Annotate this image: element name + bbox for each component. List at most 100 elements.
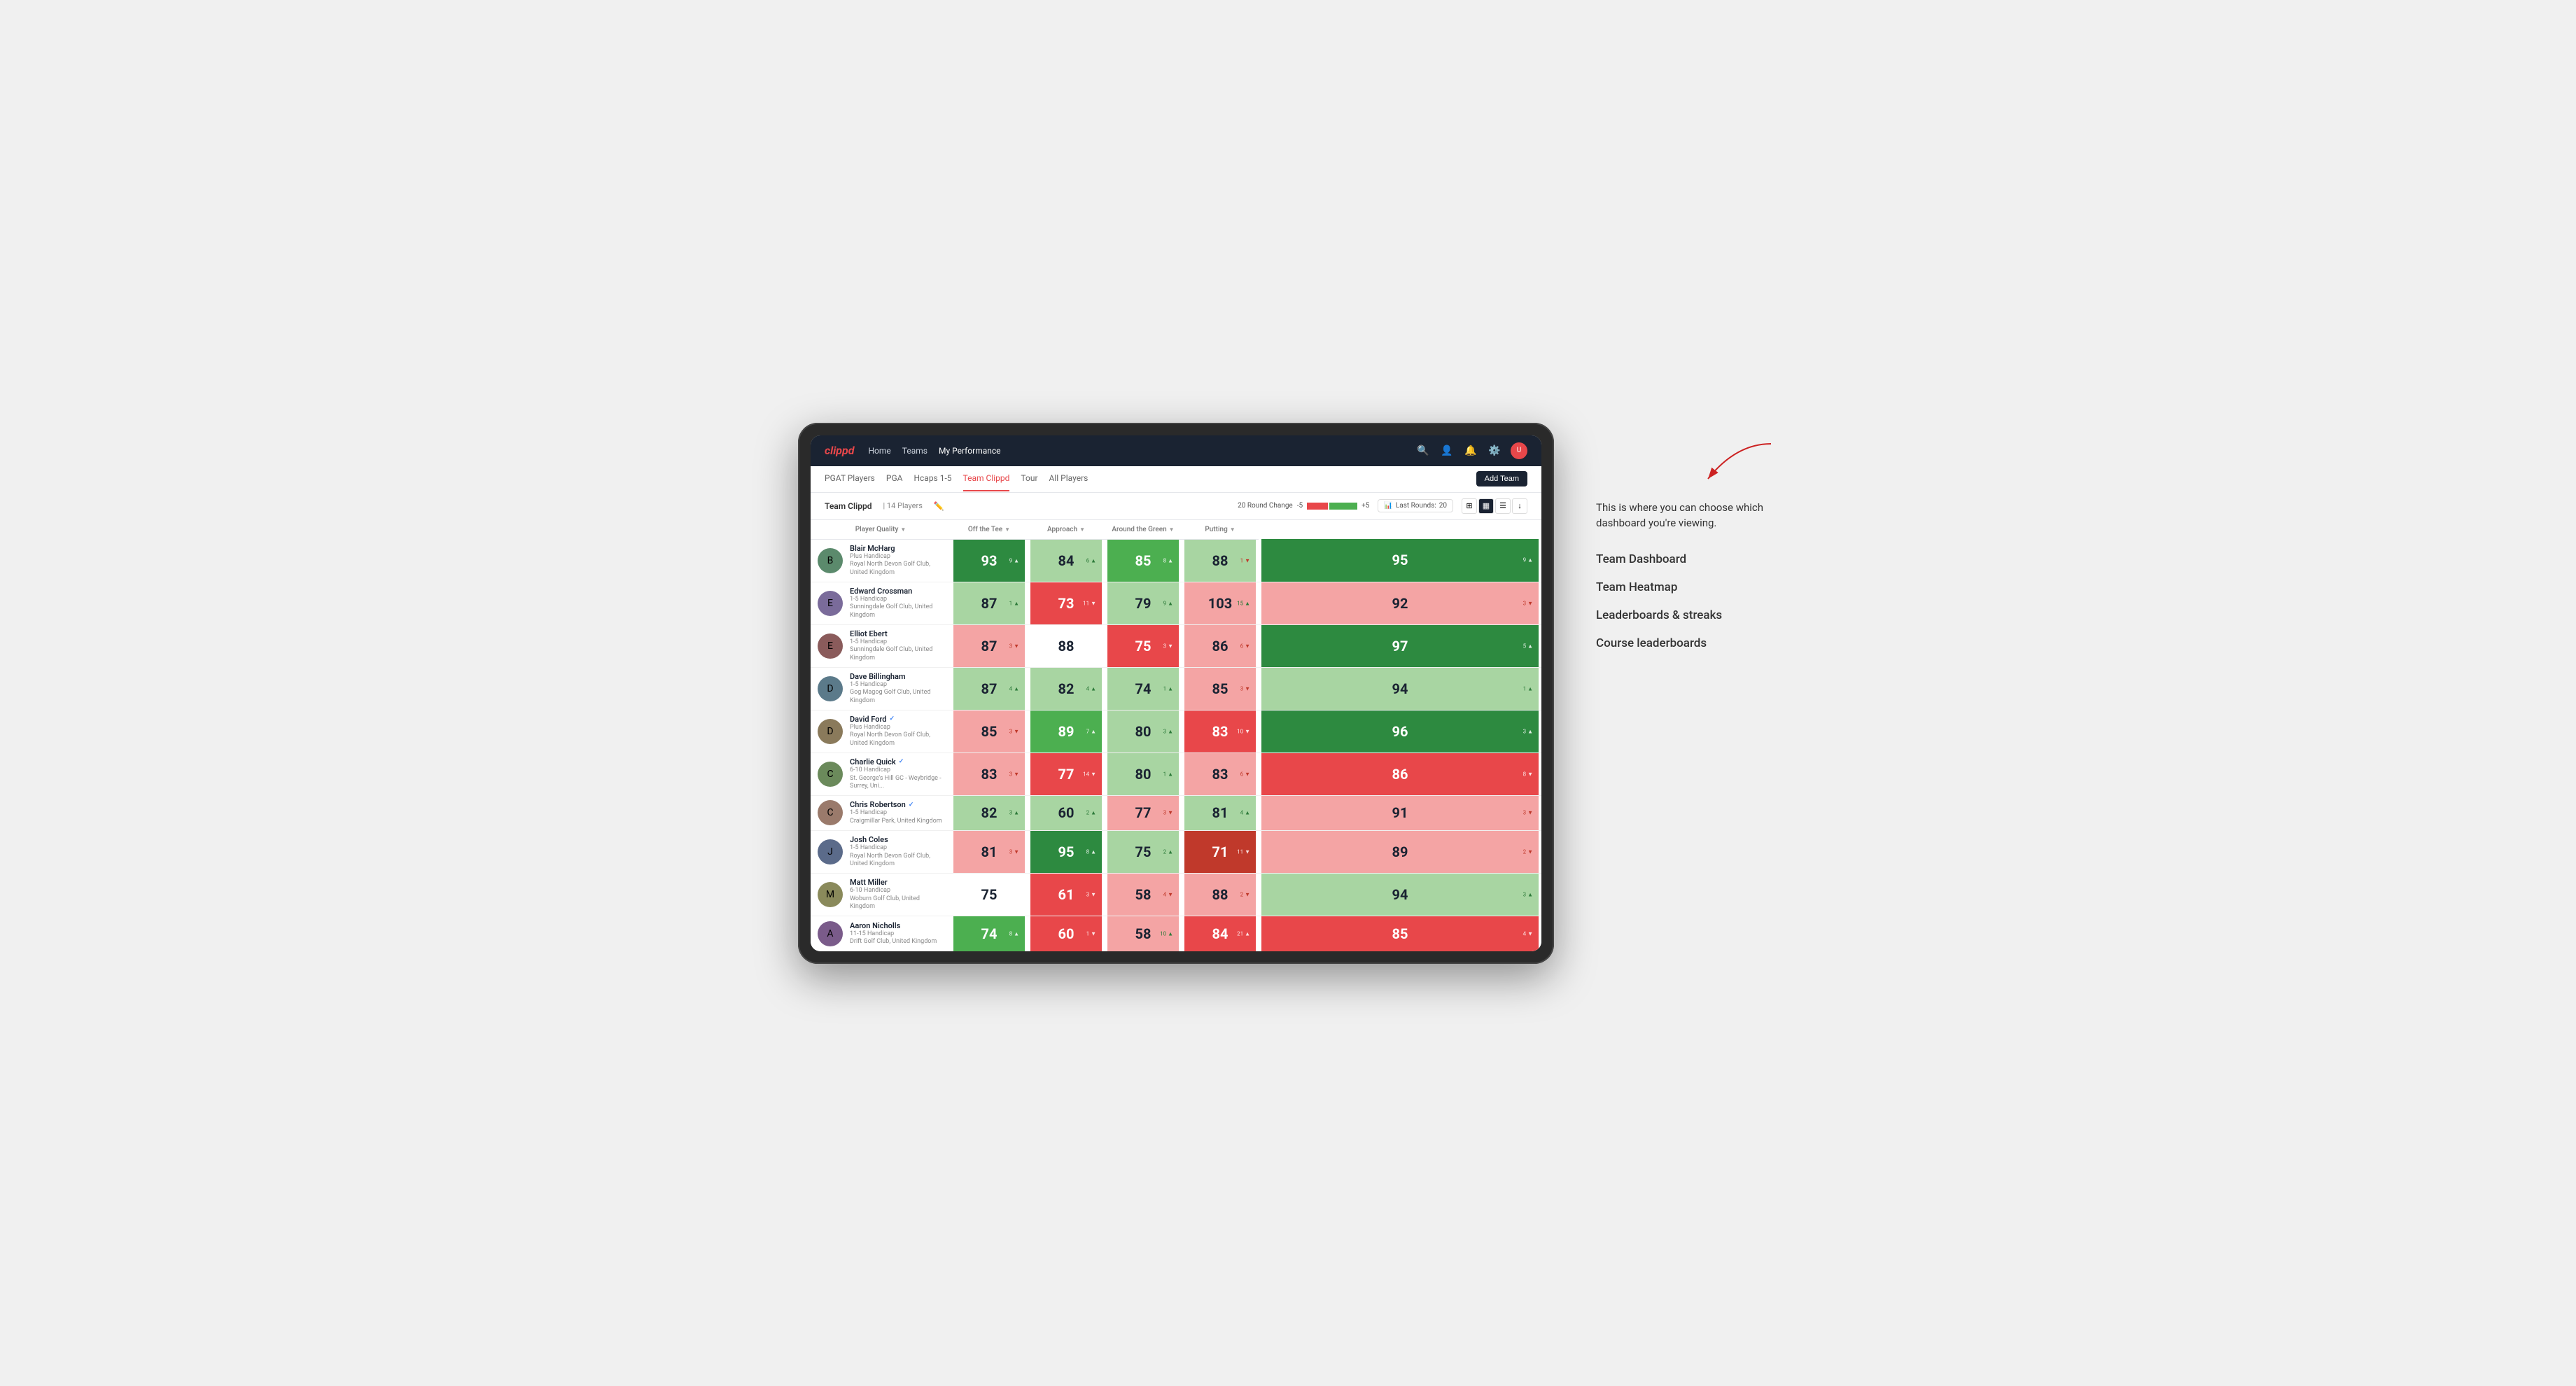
player-cell-6[interactable]: CChris Robertson✓1-5 HandicapCraigmillar… — [811, 795, 951, 830]
player-club-2: Sunningdale Golf Club, United Kingdom — [850, 646, 944, 662]
score-change: 15 ▲ — [1237, 600, 1250, 606]
heatmap-view-button[interactable]: ▦ — [1478, 498, 1494, 514]
player-avatar-1: E — [818, 591, 843, 616]
player-avatar-7: J — [818, 839, 843, 864]
sub-nav-items: PGAT Players PGA Hcaps 1-5 Team Clippd T… — [825, 466, 1462, 491]
last-rounds-button[interactable]: 📊 Last Rounds: 20 — [1378, 499, 1453, 512]
arrow-svg — [1694, 437, 1778, 493]
list-view-button[interactable]: ☰ — [1495, 498, 1511, 514]
score-change: 1 ▲ — [1163, 685, 1173, 692]
subnav-tour[interactable]: Tour — [1021, 466, 1037, 491]
score-cell-r0-c1: 846 ▲ — [1028, 539, 1105, 582]
player-name-4: David Ford✓ — [850, 715, 944, 724]
add-team-button[interactable]: Add Team — [1476, 471, 1527, 486]
score-value: 81 — [981, 844, 997, 860]
score-value: 74 — [1135, 680, 1152, 697]
score-cell-r8-c2: 58 4 ▼ — [1105, 873, 1182, 916]
nav-home[interactable]: Home — [869, 443, 891, 458]
score-cell-r4-c0: 853 ▼ — [951, 710, 1028, 752]
search-icon[interactable]: 🔍 — [1415, 443, 1431, 458]
download-button[interactable]: ↓ — [1512, 498, 1527, 514]
score-value: 82 — [981, 804, 997, 821]
player-cell-4[interactable]: DDavid Ford✓Plus HandicapRoyal North Dev… — [811, 710, 951, 752]
subnav-team-clippd[interactable]: Team Clippd — [963, 466, 1010, 491]
subnav-all-players[interactable]: All Players — [1049, 466, 1088, 491]
score-cell-r0-c2: 858 ▲ — [1105, 539, 1182, 582]
subnav-hcaps[interactable]: Hcaps 1-5 — [913, 466, 951, 491]
player-cell-1[interactable]: EEdward Crossman1-5 HandicapSunningdale … — [811, 582, 951, 624]
score-cell-r6-c2: 773 ▼ — [1105, 795, 1182, 830]
bell-icon[interactable]: 🔔 — [1463, 443, 1478, 458]
team-header: Team Clippd | 14 Players ✏️ 20 Round Cha… — [811, 493, 1541, 520]
score-cell-r4-c2: 803 ▲ — [1105, 710, 1182, 752]
score-cell-r3-c4: 941 ▲ — [1259, 667, 1541, 710]
player-cell-7[interactable]: JJosh Coles1-5 HandicapRoyal North Devon… — [811, 830, 951, 873]
score-change: 3 ▲ — [1163, 728, 1173, 734]
grid-view-button[interactable]: ⊞ — [1462, 498, 1477, 514]
player-avatar-5: C — [818, 762, 843, 787]
score-change: 14 ▼ — [1083, 771, 1096, 777]
player-cell-9[interactable]: AAaron Nicholls11-15 HandicapDrift Golf … — [811, 916, 951, 951]
score-value: 95 — [1058, 844, 1074, 860]
player-handicap-7: 1-5 Handicap — [850, 844, 944, 853]
col-off-tee[interactable]: Off the Tee ▼ — [951, 520, 1028, 540]
score-cell-r9-c0: 748 ▲ — [951, 916, 1028, 951]
score-change: 4 ▼ — [1163, 891, 1173, 897]
score-change: 3 ▲ — [1009, 810, 1019, 816]
score-change: 3 ▼ — [1163, 643, 1173, 649]
score-cell-r1-c1: 7311 ▼ — [1028, 582, 1105, 624]
col-around-green[interactable]: Around the Green ▼ — [1105, 520, 1182, 540]
score-cell-r7-c2: 752 ▲ — [1105, 830, 1182, 873]
logo[interactable]: clippd — [825, 444, 855, 457]
score-value: 87 — [981, 595, 997, 612]
score-value: 71 — [1212, 844, 1228, 860]
table-row: BBlair McHargPlus HandicapRoyal North De… — [811, 539, 1541, 582]
player-cell-3[interactable]: DDave Billingham1-5 HandicapGog Magog Go… — [811, 667, 951, 710]
score-value: 77 — [1058, 766, 1074, 783]
score-change: 6 ▼ — [1240, 643, 1250, 649]
score-value: 85 — [1212, 680, 1228, 697]
sort-arrow-putting: ▼ — [1230, 526, 1236, 533]
score-value: 81 — [1212, 804, 1228, 821]
table-row: CChris Robertson✓1-5 HandicapCraigmillar… — [811, 795, 1541, 830]
player-cell-8[interactable]: MMatt Miller6-10 HandicapWoburn Golf Clu… — [811, 873, 951, 916]
score-change: 6 ▼ — [1240, 771, 1250, 777]
score-value: 94 — [1392, 886, 1408, 903]
player-cell-0[interactable]: BBlair McHargPlus HandicapRoyal North De… — [811, 539, 951, 582]
avatar[interactable]: U — [1511, 442, 1527, 459]
subnav-pgat[interactable]: PGAT Players — [825, 466, 875, 491]
round-change: 20 Round Change -5 +5 — [1238, 502, 1369, 510]
annotation-panel: This is where you can choose which dashb… — [1596, 423, 1778, 650]
score-change: 6 ▲ — [1086, 557, 1096, 564]
score-value: 58 — [1135, 886, 1152, 903]
col-putting[interactable]: Putting ▼ — [1182, 520, 1259, 540]
score-value: 97 — [1392, 638, 1408, 654]
player-cell-2[interactable]: EElliot Ebert1-5 HandicapSunningdale Gol… — [811, 624, 951, 667]
player-avatar-8: M — [818, 882, 843, 907]
annotation-text: This is where you can choose which dashb… — [1596, 500, 1778, 531]
score-value: 77 — [1135, 804, 1152, 821]
score-value: 83 — [1212, 723, 1228, 740]
score-change: 3 ▲ — [1523, 728, 1533, 734]
settings-icon[interactable]: ⚙️ — [1487, 443, 1502, 458]
col-approach[interactable]: Approach ▼ — [1028, 520, 1105, 540]
score-value: 75 — [1135, 638, 1152, 654]
score-value: 87 — [981, 680, 997, 697]
score-cell-r3-c1: 824 ▲ — [1028, 667, 1105, 710]
annotation-arrow — [1596, 437, 1778, 493]
score-cell-r3-c0: 874 ▲ — [951, 667, 1028, 710]
subnav-pga[interactable]: PGA — [886, 466, 903, 491]
profile-icon[interactable]: 👤 — [1439, 443, 1455, 458]
score-change: 1 ▼ — [1086, 930, 1096, 937]
col-player-quality[interactable]: Player Quality ▼ — [811, 520, 951, 540]
player-cell-5[interactable]: CCharlie Quick✓6-10 HandicapSt. George's… — [811, 752, 951, 795]
tablet-screen: clippd Home Teams My Performance 🔍 👤 🔔 ⚙… — [811, 435, 1541, 951]
score-value: 85 — [981, 723, 997, 740]
score-value: 85 — [1392, 925, 1408, 942]
edit-icon[interactable]: ✏️ — [934, 501, 944, 511]
score-change: 8 ▼ — [1523, 771, 1533, 777]
score-value: 58 — [1135, 925, 1152, 942]
score-value: 95 — [1392, 552, 1408, 568]
nav-my-performance[interactable]: My Performance — [939, 443, 1001, 458]
nav-teams[interactable]: Teams — [902, 443, 927, 458]
